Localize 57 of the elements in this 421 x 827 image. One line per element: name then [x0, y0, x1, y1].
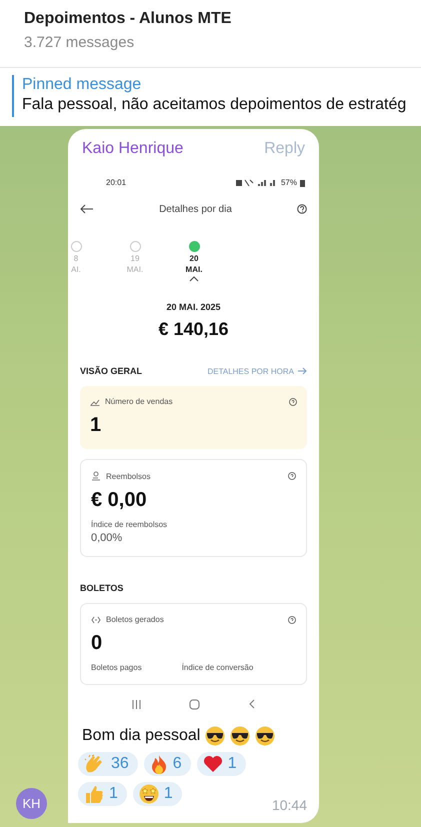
day-tab[interactable]: 20 MAI.	[178, 241, 210, 282]
pinned-label: Pinned message	[22, 76, 142, 94]
back-icon[interactable]	[248, 699, 255, 709]
battery-level: 57%	[280, 178, 297, 187]
day-tab[interactable]: 8 AI.	[68, 241, 92, 282]
reaction-chip[interactable]: 1	[196, 752, 246, 776]
home-icon[interactable]	[189, 698, 200, 710]
reaction-chip[interactable]: 6	[144, 752, 191, 776]
sender-name[interactable]: Kaio Henrique	[82, 140, 184, 158]
metric-label: Reembolsos	[106, 472, 150, 480]
day-tab[interactable]: 19 MAI.	[119, 241, 151, 282]
thumbs-up-icon	[84, 784, 104, 804]
message-text: Bom dia pessoal	[82, 727, 200, 745]
battery-icon	[300, 178, 305, 186]
details-link[interactable]: DETALHES POR HORA	[207, 366, 307, 376]
stat-label: Índice de conversão	[182, 663, 254, 672]
section-title: VISÃO GERAL	[80, 366, 142, 376]
sunglasses-emoji-icon	[205, 726, 226, 746]
total-amount: € 140,16	[158, 319, 229, 340]
chat-title: Depoimentos - Alunos MTE	[24, 10, 232, 28]
pinned-text: Fala pessoal, não aceitamos depoimentos de estratég	[22, 96, 406, 114]
reaction-chip[interactable]: 1	[78, 782, 127, 806]
metric-value: 1	[90, 414, 102, 437]
message-time: 10:44	[272, 797, 307, 813]
metric-value: 0	[91, 632, 104, 655]
section-title: BOLETOS	[80, 583, 124, 593]
hand-coin-icon	[91, 471, 101, 481]
help-icon[interactable]	[296, 204, 307, 214]
help-icon[interactable]	[288, 616, 296, 624]
help-icon[interactable]	[288, 472, 296, 480]
metric-label: Número de vendas	[105, 397, 173, 406]
caret-up-icon	[189, 276, 199, 282]
reply-button[interactable]: Reply	[264, 140, 305, 158]
screen-title: Detalhes por dia	[159, 204, 232, 214]
trend-chart-icon	[90, 398, 100, 406]
fire-icon	[150, 754, 168, 774]
selected-date: 20 MAI. 2025	[166, 302, 221, 312]
stat-label: Boletos pagos	[91, 663, 142, 672]
sunglasses-emoji-icon	[255, 726, 276, 746]
reaction-chip[interactable]: 36	[78, 752, 138, 776]
metric-label: Boletos gerados	[106, 615, 164, 624]
back-arrow-icon[interactable]	[80, 204, 94, 214]
arrows-icon	[91, 616, 101, 624]
recents-icon[interactable]	[132, 700, 142, 708]
avatar[interactable]: KH	[16, 788, 47, 819]
help-icon[interactable]	[289, 398, 297, 406]
status-time: 20:01	[106, 178, 126, 187]
metric-value: € 0,00	[91, 489, 148, 512]
signal-icon	[236, 178, 278, 186]
reaction-chip[interactable]: 1	[132, 782, 182, 806]
star-eyes-emoji-icon	[138, 784, 159, 804]
arrow-right-icon	[298, 367, 307, 375]
stat-value: 0,00%	[91, 532, 124, 544]
sunglasses-emoji-icon	[230, 726, 250, 746]
message-count: 3.727 messages	[24, 34, 134, 51]
stat-label: Índice de reembolsos	[91, 520, 168, 529]
heart-icon	[202, 755, 223, 773]
